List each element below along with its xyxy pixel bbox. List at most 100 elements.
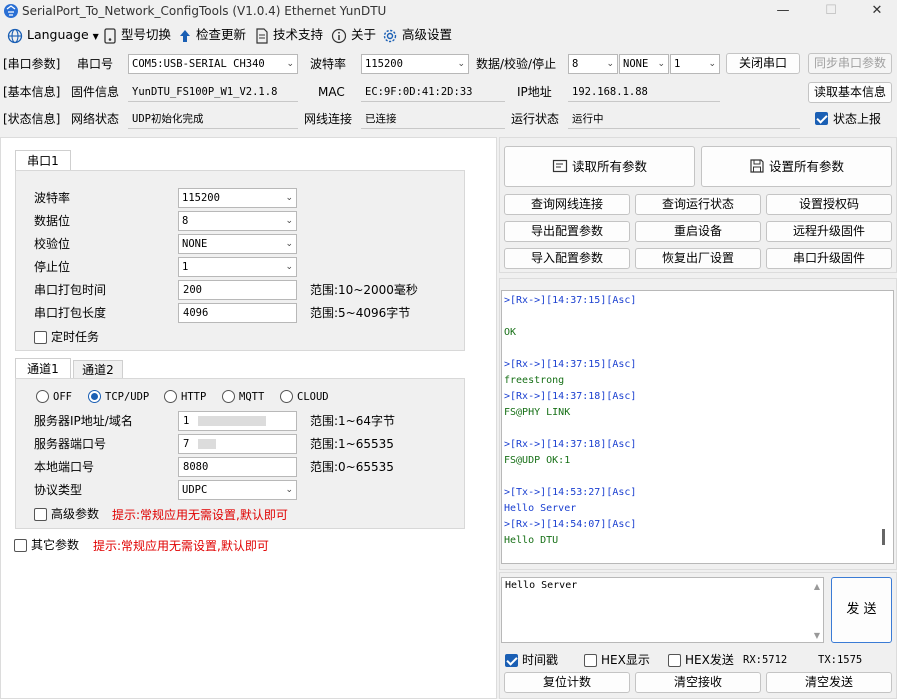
scroll-up-icon[interactable]: ▲ [814,582,820,591]
tab-channel2[interactable]: 通道2 [73,360,123,378]
set-all-params-button[interactable]: 设置所有参数 [701,146,892,187]
chevron-down-icon: ⌄ [286,59,294,69]
parity-select[interactable]: NONE ⌄ [619,54,669,74]
serial-parity-select[interactable]: NONE ⌄ [178,234,297,254]
factory-reset-button[interactable]: 恢复出厂设置 [635,248,761,269]
close-button[interactable]: ✕ [854,0,897,22]
advanced-params-checkbox[interactable] [34,508,47,521]
about-menu[interactable]: 关于 [331,25,376,45]
language-menu[interactable]: Language ▼ [7,25,99,45]
scroll-down-icon[interactable]: ▼ [814,631,820,640]
pack-time-label: 串口打包时间 [34,283,107,297]
advanced-settings-menu[interactable]: 高级设置 [382,25,452,45]
read-all-params-button[interactable]: 读取所有参数 [504,146,695,187]
pack-time-range: 范围:10~2000毫秒 [310,283,418,297]
hex-display-checkbox[interactable] [584,654,597,667]
pack-time-input[interactable]: 200 [178,280,297,300]
export-config-button[interactable]: 导出配置参数 [504,221,630,242]
hex-display-label: HEX显示 [601,653,650,667]
about-label: 关于 [350,27,376,42]
server-port-input[interactable]: 7 [178,434,297,454]
clear-receive-button[interactable]: 清空接收 [635,672,761,693]
model-switch-label: 型号切换 [120,27,171,42]
window-title: SerialPort_To_Network_ConfigTools (V1.0.… [22,4,387,18]
app-icon [4,4,18,18]
sync-port-params-button[interactable]: 同步串口参数 [808,53,892,74]
mode-mqtt-radio[interactable] [222,390,235,403]
import-config-button[interactable]: 导入配置参数 [504,248,630,269]
close-port-button[interactable]: 关闭串口 [726,53,800,74]
server-port-value: 7 [183,438,190,450]
timer-task-checkbox[interactable] [34,331,47,344]
mode-off-radio[interactable] [36,390,49,403]
run-status-value: 运行中 [568,109,800,129]
baud-select[interactable]: 115200 ⌄ [361,54,469,74]
ip-value: 192.168.1.88 [568,82,720,102]
minimize-button[interactable]: — [760,0,806,22]
log-lines: >[Rx->][14:37:15][Asc] OK >[Rx->][14:37:15… [502,291,893,549]
tech-support-menu[interactable]: 技术支持 [255,25,323,45]
serial-data-select[interactable]: 8 ⌄ [178,211,297,231]
model-switch-menu[interactable]: 型号切换 [103,25,171,45]
protocol-select[interactable]: UDPC ⌄ [178,480,297,500]
other-params-label: 其它参数 [31,538,80,552]
log-line: freestrong [504,375,565,386]
chevron-down-icon: ⌄ [657,59,665,69]
maximize-button[interactable]: ☐ [808,0,854,22]
serial-parity-value: NONE [182,238,208,250]
redacted-blur [197,439,216,449]
status-report-label: 状态上报 [833,112,882,126]
hex-send-checkbox[interactable] [668,654,681,667]
log-line: >[Rx->][14:37:15][Asc] [504,359,637,370]
clear-send-button[interactable]: 清空发送 [766,672,892,693]
other-params-checkbox[interactable] [14,539,27,552]
serial-stop-select[interactable]: 1 ⌄ [178,257,297,277]
read-basic-info-button[interactable]: 读取基本信息 [808,82,892,103]
send-textbox[interactable]: Hello Server ▲ ▼ [501,577,824,643]
title-bar: SerialPort_To_Network_ConfigTools (V1.0.… [0,0,897,22]
serial-baud-select[interactable]: 115200 ⌄ [178,188,297,208]
reset-count-button[interactable]: 复位计数 [504,672,630,693]
server-ip-range: 范围:1~64字节 [310,414,396,428]
device-icon [104,27,116,44]
net-status-label: 网络状态 [71,112,120,126]
document-icon [256,27,268,44]
log-line: >[Rx->][14:37:15][Asc] [504,295,637,306]
query-run-status-button[interactable]: 查询运行状态 [635,194,761,215]
restart-device-button[interactable]: 重启设备 [635,221,761,242]
advanced-params-hint: 提示:常规应用无需设置,默认即可 [112,508,288,522]
server-ip-input[interactable]: 1 [178,411,297,431]
mode-http-label: HTTP [181,391,207,403]
receive-log[interactable]: >[Rx->][14:37:15][Asc] OK >[Rx->][14:37:15… [501,290,894,564]
chevron-down-icon: ⌄ [285,262,293,272]
set-auth-code-button[interactable]: 设置授权码 [766,194,892,215]
send-button[interactable]: 发 送 [831,577,892,643]
data-bits-select[interactable]: 8 ⌄ [568,54,618,74]
tab-serial1[interactable]: 串口1 [15,150,71,170]
tab-channel1[interactable]: 通道1 [15,358,71,378]
log-line: >[Tx->][14:53:27][Asc] [504,487,637,498]
read-icon [552,159,568,173]
query-link-button[interactable]: 查询网线连接 [504,194,630,215]
mode-http-radio[interactable] [164,390,177,403]
serial-stop-value: 1 [182,261,189,273]
log-scrollbar-thumb[interactable] [882,529,885,545]
link-label: 网线连接 [304,112,353,126]
section-status-info: [状态信息] [3,112,61,126]
check-update-menu[interactable]: 检查更新 [178,25,246,45]
mode-tcpudp-radio[interactable] [88,390,101,403]
log-line: Hello DTU [504,535,559,546]
port-select[interactable]: COM5:USB-SERIAL CH340 ⌄ [128,54,298,74]
local-port-input[interactable]: 8080 [178,457,297,477]
stop-bits-select[interactable]: 1 ⌄ [670,54,720,74]
remote-upgrade-button[interactable]: 远程升级固件 [766,221,892,242]
serial-upgrade-button[interactable]: 串口升级固件 [766,248,892,269]
pack-len-input[interactable]: 4096 [178,303,297,323]
mode-cloud-radio[interactable] [280,390,293,403]
serial-data-value: 8 [182,215,189,227]
status-report-checkbox[interactable] [815,112,828,125]
mac-value: EC:9F:0D:41:2D:33 [361,82,505,102]
server-port-range: 范围:1~65535 [310,437,394,451]
timestamp-checkbox[interactable] [505,654,518,667]
pack-len-label: 串口打包长度 [34,306,107,320]
